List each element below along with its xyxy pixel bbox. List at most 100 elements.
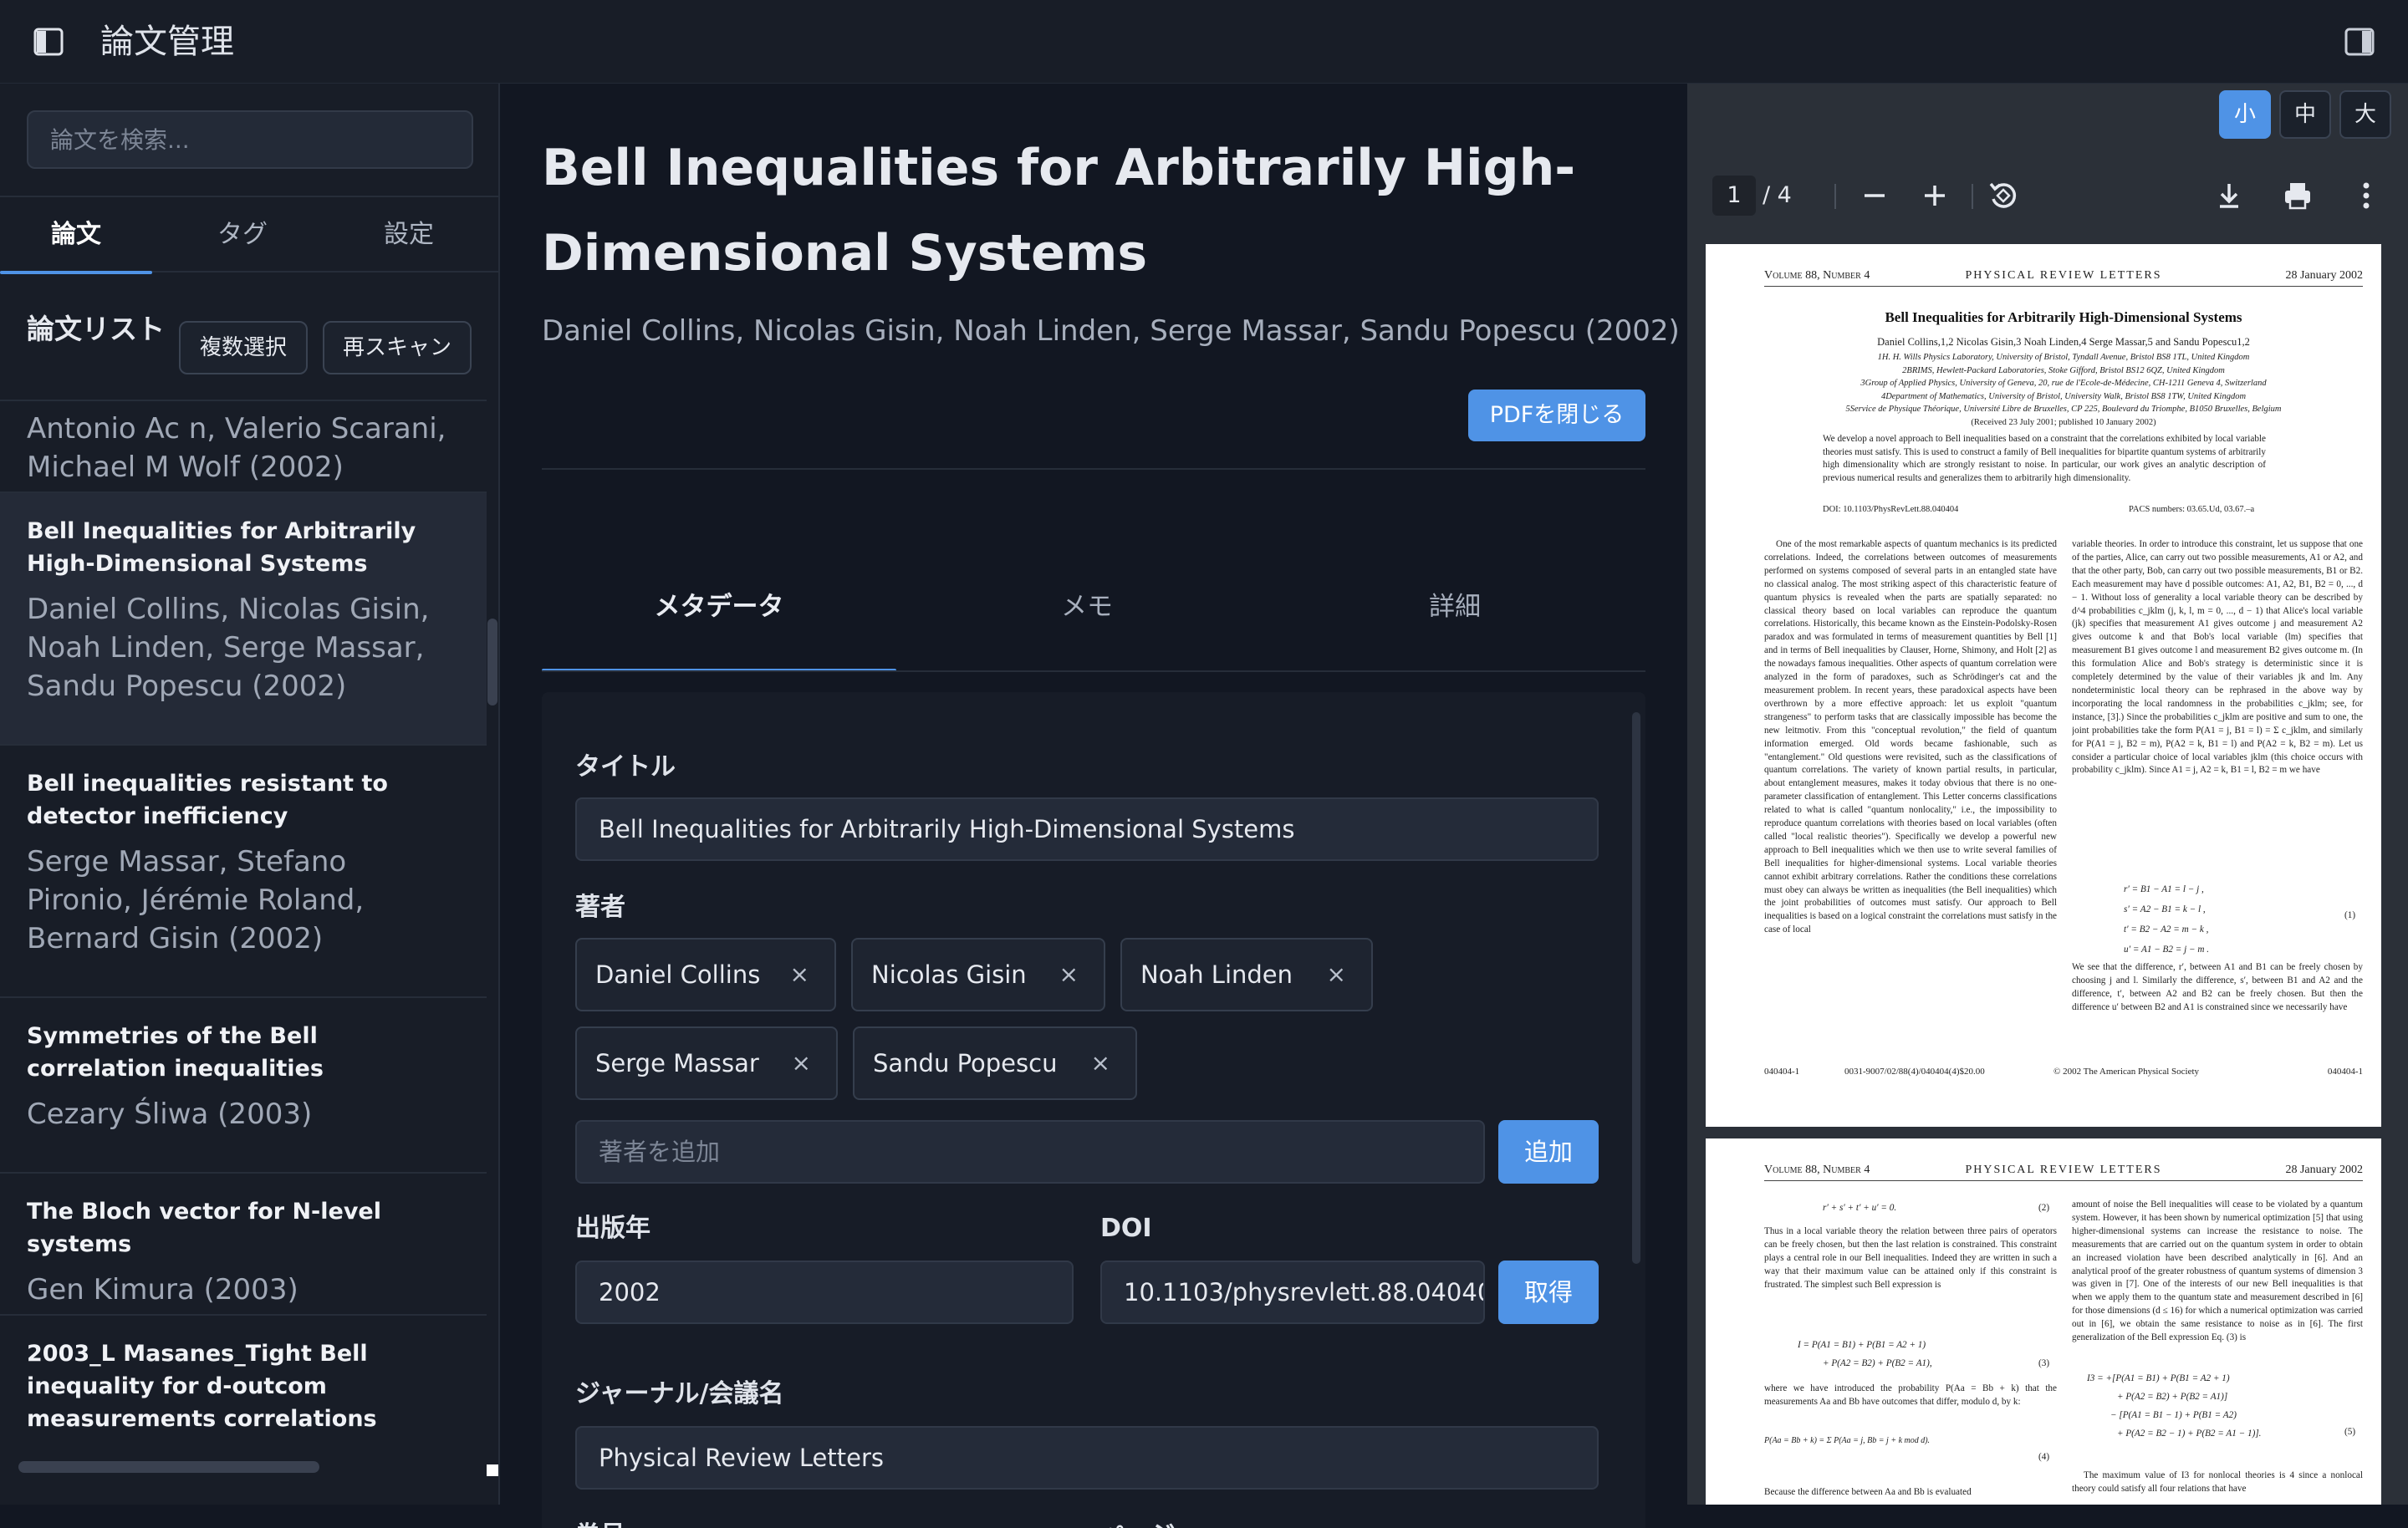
title-label: タイトル xyxy=(575,752,676,782)
page-header-center: PHYSICAL REVIEW LETTERS xyxy=(1965,1164,2162,1176)
year-field[interactable]: 2002 xyxy=(575,1261,1074,1324)
paper-list-horizontal-scrollbar[interactable] xyxy=(18,1461,319,1473)
list-item-authors: Daniel Collins, Nicolas Gisin, Noah Lind… xyxy=(27,593,430,703)
paper-list-scrollbar[interactable] xyxy=(487,619,497,705)
equation-number: (2) xyxy=(2038,1203,2050,1213)
equation: I = P(A1 = B1) + P(B1 = A2 + 1) xyxy=(1798,1340,1926,1350)
viewer-panel-toggle-icon[interactable] xyxy=(2344,27,2375,57)
multi-select-button[interactable]: 複数選択 xyxy=(179,321,308,374)
page-number-input[interactable]: 1 xyxy=(1712,176,1756,216)
remove-author-icon[interactable]: × xyxy=(792,1028,811,1098)
tab-settings[interactable]: 設定 xyxy=(333,197,485,272)
add-author-input[interactable]: 著者を追加 xyxy=(575,1120,1485,1184)
pdf-pacs: PACS numbers: 03.65.Ud, 03.67.–a xyxy=(2129,505,2255,514)
pdf-column-right: amount of noise the Bell inequalities wi… xyxy=(2072,1199,2363,1343)
more-options-icon[interactable] xyxy=(2344,174,2388,217)
sidebar-tabs: 論文 タグ 設定 xyxy=(0,196,498,274)
add-author-button[interactable]: 追加 xyxy=(1498,1120,1599,1184)
author-chip: Sandu Popescu × xyxy=(853,1026,1137,1100)
sidebar-toggle-icon[interactable] xyxy=(33,27,64,57)
journal-field[interactable]: Physical Review Letters xyxy=(575,1426,1599,1490)
size-medium-button[interactable]: 中 xyxy=(2279,90,2331,139)
remove-author-icon[interactable]: × xyxy=(1059,940,1079,1010)
year-label: 出版年 xyxy=(575,1214,650,1243)
list-item-title: 2003_L Masanes_Tight Bell inequality for… xyxy=(27,1341,377,1432)
pdf-toolbar: 1 / 4 xyxy=(1687,159,2408,244)
equation: − [P(A1 = B1 − 1) + P(B1 = A2) xyxy=(2110,1410,2237,1420)
list-item-selected[interactable]: Bell Inequalities for Arbitrarily High-D… xyxy=(0,493,487,746)
list-item-authors: Cezary Śliwa (2003) xyxy=(27,1098,313,1131)
equation: u′ = A1 − B2 = j − m . xyxy=(2124,945,2210,955)
remove-author-icon[interactable]: × xyxy=(1091,1028,1110,1098)
author-chip: Serge Massar × xyxy=(575,1026,838,1100)
divider xyxy=(542,468,1645,470)
page-header-right: 28 January 2002 xyxy=(2285,1164,2363,1176)
author-chip-label: Sandu Popescu xyxy=(873,1049,1058,1077)
rotate-icon[interactable] xyxy=(1982,174,2025,217)
page-header: Volume 88, Number 4 PHYSICAL REVIEW LETT… xyxy=(1764,269,2363,288)
volume-label: 巻号 xyxy=(575,1520,625,1528)
remove-author-icon[interactable]: × xyxy=(790,940,809,1010)
author-chip: Noah Linden × xyxy=(1120,938,1373,1011)
title-field[interactable]: Bell Inequalities for Arbitrarily High-D… xyxy=(575,797,1599,861)
tab-metadata[interactable]: メタデータ xyxy=(542,545,896,672)
print-icon[interactable] xyxy=(2276,174,2319,217)
pdf-pages[interactable]: Volume 88, Number 4 PHYSICAL REVIEW LETT… xyxy=(1687,244,2408,1505)
list-item[interactable]: The Bloch vector for N-level systems Gen… xyxy=(0,1174,487,1316)
doi-label: DOI xyxy=(1100,1214,1152,1243)
author-chip-label: Nicolas Gisin xyxy=(871,960,1027,989)
footer-mid2: © 2002 The American Physical Society xyxy=(2053,1067,2200,1077)
size-small-button[interactable]: 小 xyxy=(2219,90,2271,139)
search-input[interactable] xyxy=(27,110,473,169)
page-header-center: PHYSICAL REVIEW LETTERS xyxy=(1965,269,2162,282)
pdf-equations: I3 = +[P(A1 = B1) + P(B1 = A2 + 1) + P(A… xyxy=(2087,1369,2261,1443)
pdf-page: Volume 88, Number 4 PHYSICAL REVIEW LETT… xyxy=(1706,1138,2381,1505)
list-item[interactable]: Bell inequalities resistant to detector … xyxy=(0,746,487,998)
metadata-form: タイトル Bell Inequalities for Arbitrarily H… xyxy=(542,692,1645,1528)
scroll-corner xyxy=(487,1464,498,1476)
remove-author-icon[interactable]: × xyxy=(1327,940,1346,1010)
pdf-authors: Daniel Collins,1,2 Nicolas Gisin,3 Noah … xyxy=(1877,336,2250,348)
pdf-page: Volume 88, Number 4 PHYSICAL REVIEW LETT… xyxy=(1706,244,2381,1127)
list-item-title: Symmetries of the Bell correlation inequ… xyxy=(27,1023,324,1082)
tab-details[interactable]: 詳細 xyxy=(1278,545,1632,672)
list-item-title: The Bloch vector for N-level systems xyxy=(27,1199,381,1257)
tab-notes[interactable]: メモ xyxy=(910,545,1264,672)
equation: r′ + s′ + t′ + u′ = 0. xyxy=(1823,1203,1897,1213)
close-pdf-button[interactable]: PDFを閉じる xyxy=(1468,390,1645,441)
zoom-out-icon[interactable] xyxy=(1853,174,1896,217)
doi-field[interactable]: 10.1103/physrevlett.88.040404 xyxy=(1100,1261,1485,1324)
pdf-column-left: where we have introduced the probability… xyxy=(1764,1383,2057,1407)
equation: t′ = B2 − A2 = m − k , xyxy=(2124,924,2209,935)
size-large-button[interactable]: 大 xyxy=(2339,90,2391,139)
divider xyxy=(1764,286,2363,287)
received-date: (Received 23 July 2001; published 10 Jan… xyxy=(1971,417,2156,427)
list-item-title: Bell inequalities resistant to detector … xyxy=(27,771,388,829)
list-item[interactable]: Antonio Ac n, Valerio Scarani, Michael M… xyxy=(0,401,487,493)
paper-authors: Daniel Collins, Nicolas Gisin, Noah Lind… xyxy=(542,314,1680,348)
list-item-authors: Gen Kimura (2003) xyxy=(27,1273,298,1306)
tab-papers[interactable]: 論文 xyxy=(0,197,152,274)
tab-tags[interactable]: タグ xyxy=(166,197,319,272)
divider xyxy=(1972,184,1973,209)
form-scrollbar[interactable] xyxy=(1632,712,1640,1264)
affiliation: 5Service de Physique Théorique, Universi… xyxy=(1845,405,2282,414)
equation: + P(A2 = B2) + P(B2 = A1)] xyxy=(2117,1392,2228,1402)
page-title: Bell Inequalities for Arbitrarily High-D… xyxy=(542,139,1576,283)
list-item[interactable]: Symmetries of the Bell correlation inequ… xyxy=(0,998,487,1174)
list-item-title: Bell Inequalities for Arbitrarily High-D… xyxy=(27,518,416,577)
fetch-doi-button[interactable]: 取得 xyxy=(1498,1261,1599,1324)
divider xyxy=(542,670,1645,672)
pdf-column-left: Thus in a local variable theory the rela… xyxy=(1764,1226,2057,1290)
pdf-column-right: variable theories. In order to introduce… xyxy=(2072,539,2363,776)
pdf-affiliations: 1H. H. Wills Physics Laboratory, Univers… xyxy=(1823,351,2304,429)
divider xyxy=(1834,184,1836,209)
equation: I3 = +[P(A1 = B1) + P(B1 = A2 + 1) xyxy=(2087,1373,2230,1383)
journal-label: ジャーナル/会議名 xyxy=(575,1379,784,1408)
zoom-in-icon[interactable] xyxy=(1913,174,1956,217)
download-icon[interactable] xyxy=(2207,174,2251,217)
app-title: 論文管理 xyxy=(100,23,234,61)
equation: + P(A2 = B2) + P(B2 = A1), xyxy=(1823,1358,1932,1368)
rescan-button[interactable]: 再スキャン xyxy=(323,321,472,374)
list-item-authors: Serge Massar, Stefano Pironio, Jérémie R… xyxy=(27,845,365,955)
